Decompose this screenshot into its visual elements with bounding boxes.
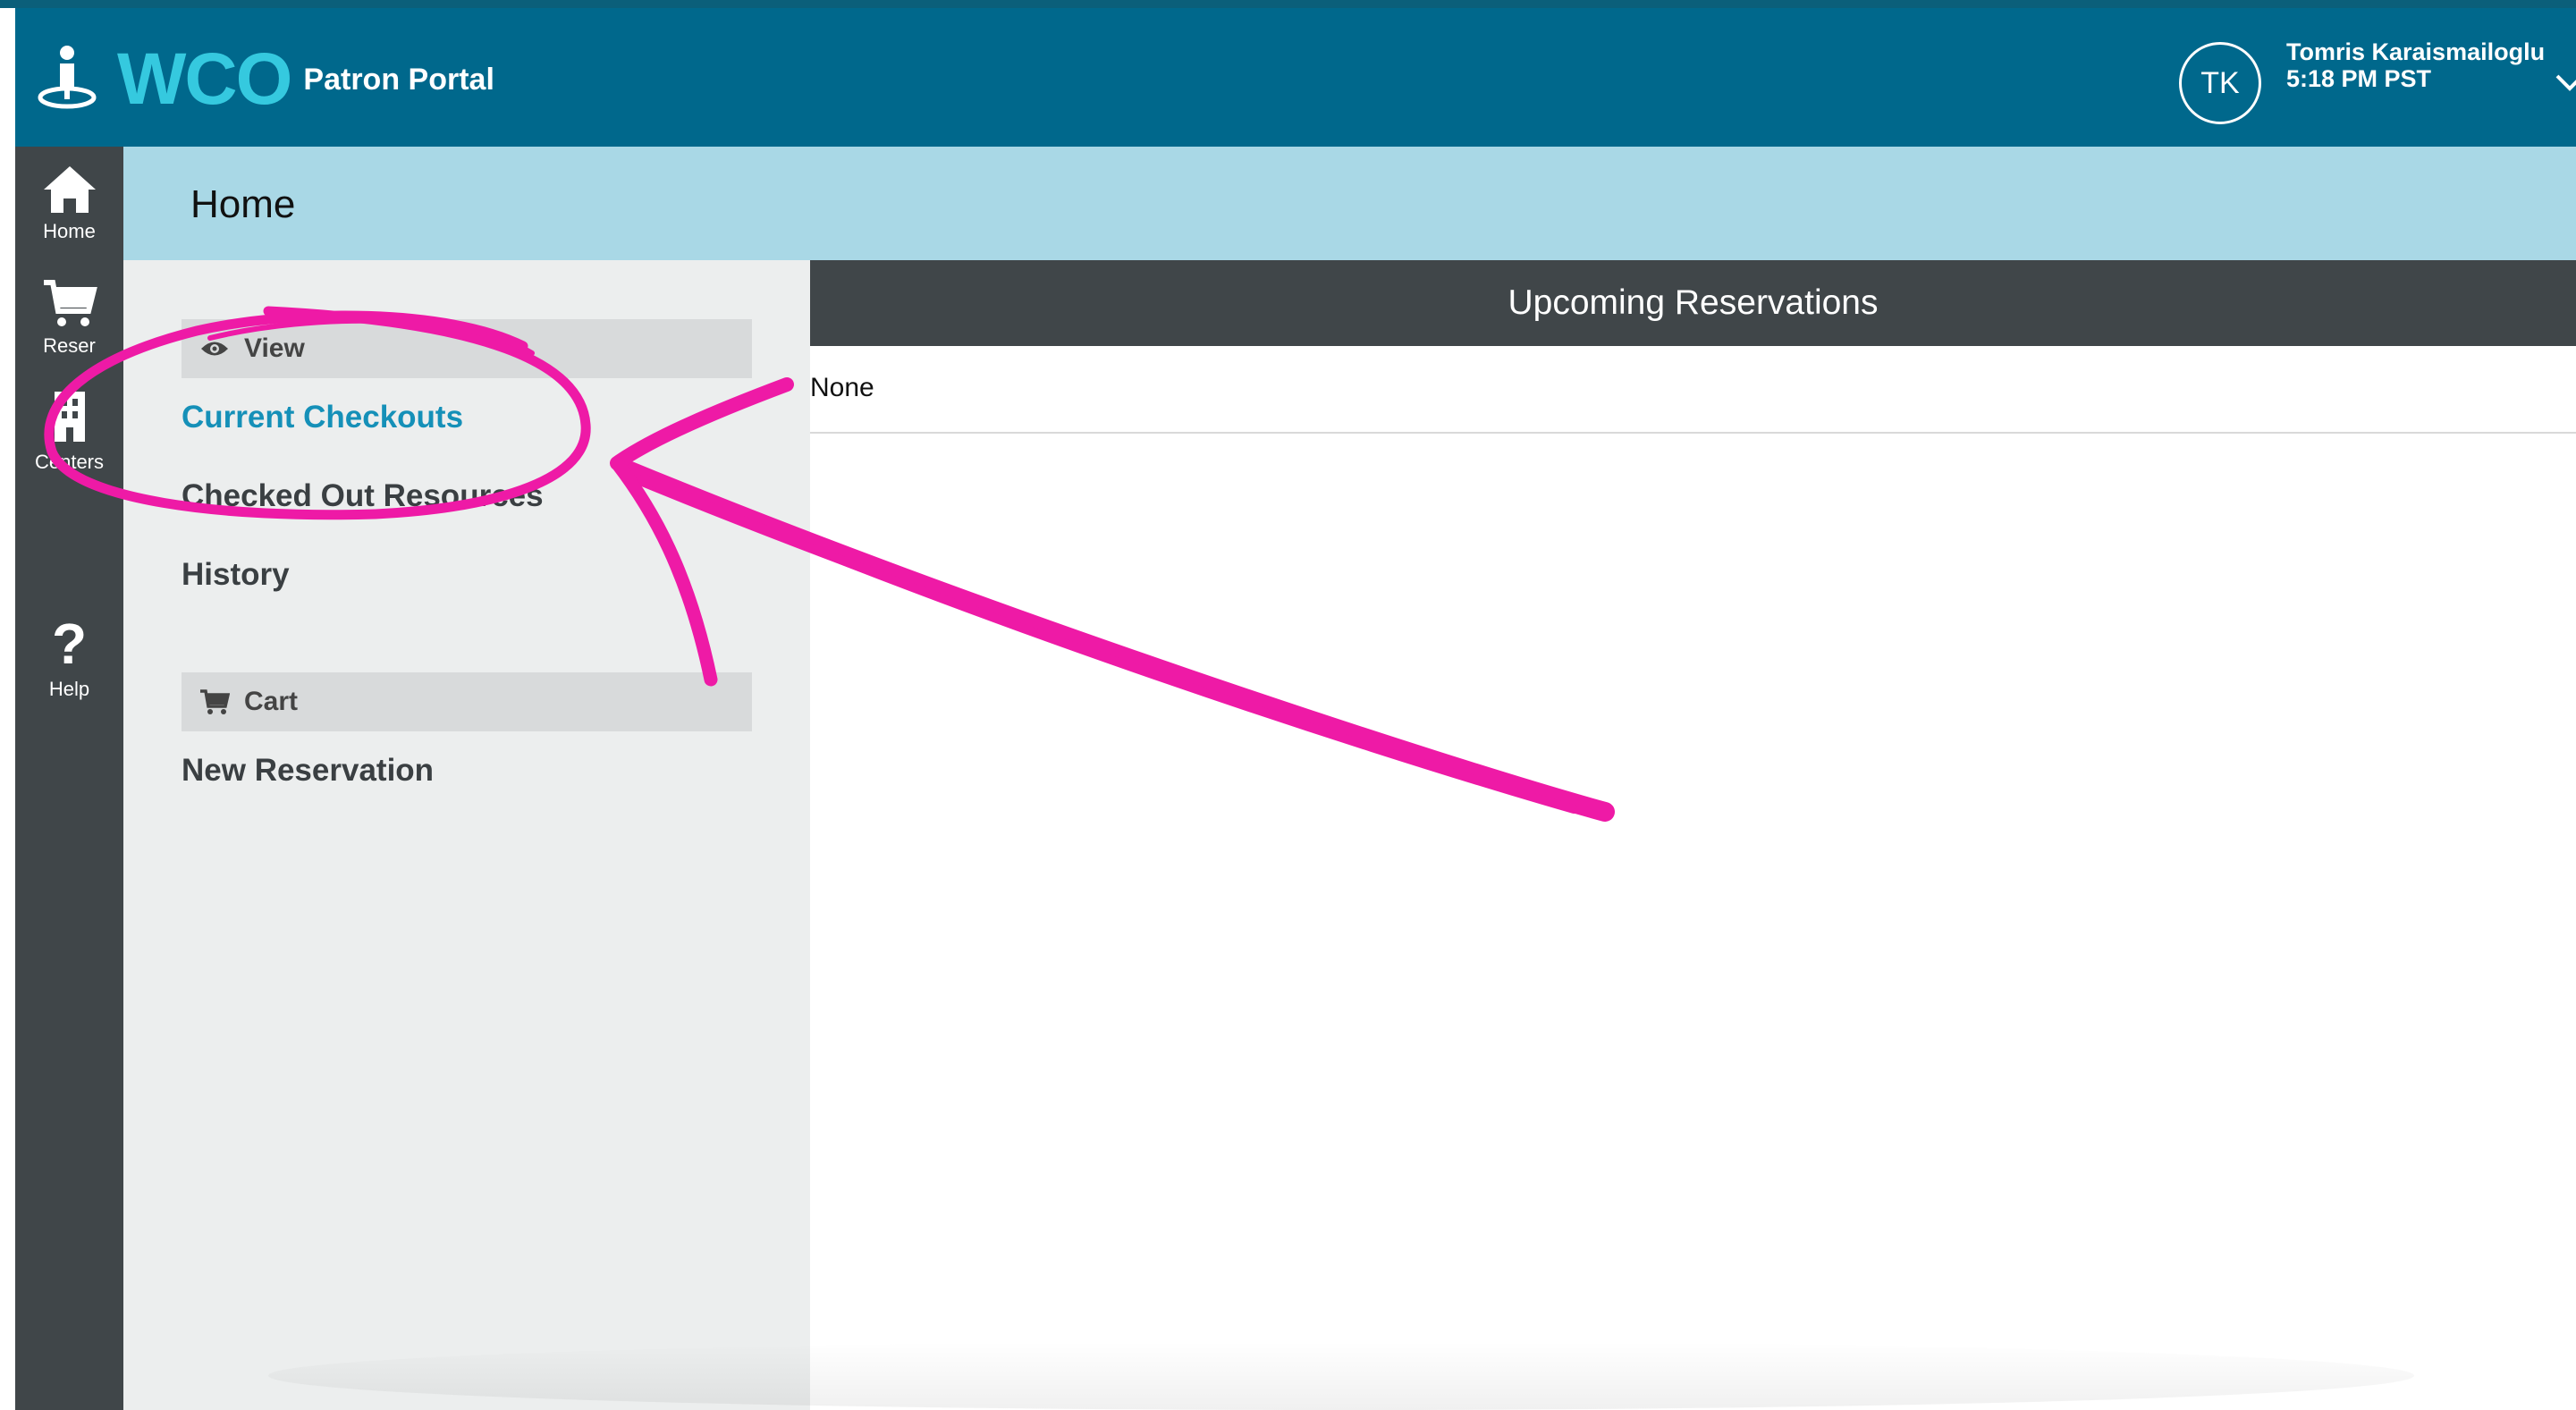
rail-label-home: Home: [43, 220, 96, 242]
menu-group-cart-label: Cart: [244, 687, 299, 716]
menu-group-view-label: View: [244, 334, 305, 363]
upcoming-reservations-title: Upcoming Reservations: [1508, 283, 1879, 322]
rail-label-centers: Centers: [34, 451, 105, 473]
cart-icon: [43, 280, 97, 326]
user-name[interactable]: Tomris Karaismailoglu: [2286, 38, 2545, 66]
chevron-down-icon[interactable]: [2555, 72, 2576, 92]
rail-item-centers[interactable]: Centers: [15, 388, 123, 474]
side-menu: View Current Checkouts Checked Out Resou…: [123, 260, 810, 1410]
person-pin-icon: [38, 46, 97, 109]
rail-label-reservations: Reser: [43, 334, 96, 357]
patron-portal-page: WCO Patron Portal TK Tomris Karaismailog…: [0, 0, 2576, 1410]
logo-text: WCO: [117, 38, 292, 120]
page-title: Home: [190, 182, 296, 226]
avatar[interactable]: TK: [2179, 42, 2261, 124]
rail-item-reservations[interactable]: Reser: [15, 279, 123, 358]
menu-link-checked-out-resources[interactable]: Checked Out Resources: [182, 478, 544, 514]
rail-item-help[interactable]: ? Help: [15, 615, 123, 701]
upcoming-reservations-header: Upcoming Reservations: [810, 260, 2576, 346]
bottom-shadow: [268, 1341, 2414, 1410]
menu-link-new-reservation[interactable]: New Reservation: [182, 753, 434, 789]
app-header: WCO Patron Portal TK Tomris Karaismailog…: [15, 8, 2576, 147]
brand[interactable]: WCO Patron Portal: [35, 38, 494, 120]
top-border: [0, 0, 2576, 8]
cart-icon: [200, 689, 230, 714]
question-icon: ?: [51, 612, 88, 676]
menu-link-history[interactable]: History: [182, 557, 290, 593]
reservations-empty-text: None: [810, 373, 874, 402]
menu-group-cart: Cart: [182, 672, 752, 731]
reservations-list: None: [810, 346, 2576, 434]
building-icon: [54, 392, 85, 442]
menu-group-view: View: [182, 319, 752, 378]
eye-icon: [201, 342, 228, 356]
rail-label-help: Help: [48, 678, 90, 700]
home-icon: [43, 166, 96, 213]
menu-link-current-checkouts[interactable]: Current Checkouts: [182, 400, 463, 435]
portal-title: Patron Portal: [303, 63, 494, 97]
rail-item-home[interactable]: Home: [15, 165, 123, 243]
page-title-bar: Home: [123, 147, 2576, 260]
user-time: 5:18 PM PST: [2286, 65, 2432, 92]
nav-rail: Home Reser Centers ? Help: [15, 147, 123, 1410]
